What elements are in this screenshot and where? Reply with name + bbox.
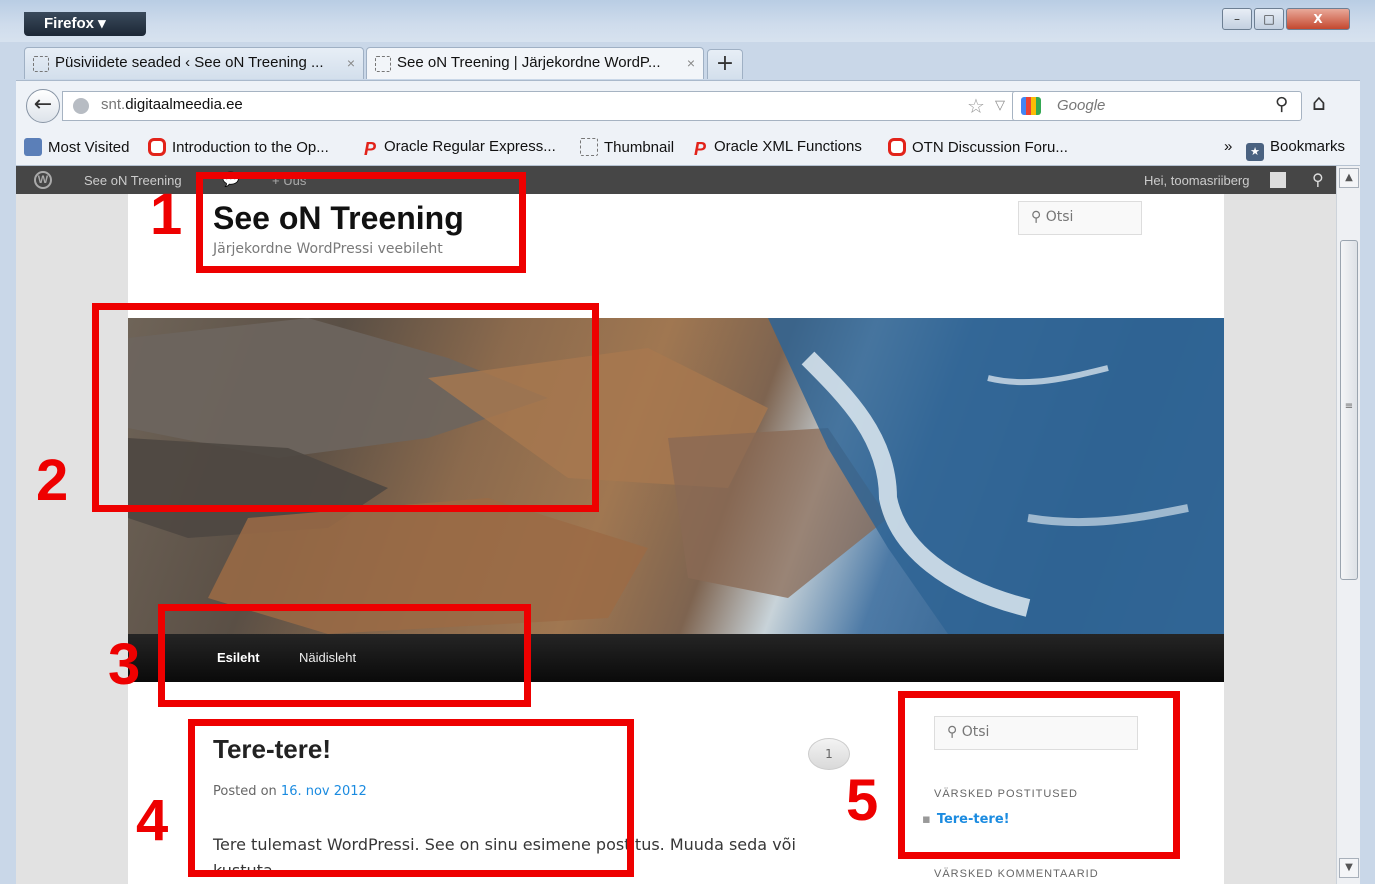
search-icon[interactable]: ⚲ — [1275, 94, 1288, 115]
window-titlebar: Firefox ▾ – □ X — [0, 0, 1375, 42]
star-icon[interactable]: ☆ — [967, 94, 985, 118]
url-text: snt.digitaalmeedia.ee — [101, 96, 243, 113]
tab-permalink-settings[interactable]: Püsiviidete seaded ‹ See oN Treening ...… — [24, 47, 364, 79]
bookmark-star-icon: ★ — [1246, 143, 1264, 161]
post-content: Tere tulemast WordPressi. See on sinu es… — [213, 835, 796, 880]
site-title[interactable]: See oN Treening — [213, 200, 464, 237]
bookmark-most-visited[interactable]: Most Visited — [24, 138, 129, 156]
close-window-button[interactable]: X — [1286, 8, 1350, 30]
scrollbar-thumb[interactable]: ≡ — [1340, 240, 1358, 580]
recent-posts-heading: VÄRSKED POSTITUSED — [934, 788, 1078, 800]
post-date-link[interactable]: 16. nov 2012 — [281, 784, 367, 799]
tab-site-home[interactable]: See oN Treening | Järjekordne WordP... × — [366, 47, 704, 79]
annotation-number-5: 5 — [846, 768, 879, 833]
search-bar[interactable]: Google ⚲ — [1012, 91, 1302, 121]
back-arrow-icon[interactable]: ← — [26, 89, 60, 123]
wordpress-logo-icon[interactable]: W — [34, 171, 52, 189]
firefox-menu-button[interactable]: Firefox ▾ — [24, 12, 146, 36]
bookmark-oracle-regex[interactable]: P Oracle Regular Express... — [364, 138, 556, 160]
wp-admin-bar: W See oN Treening 💬 + Uus Hei, toomasrii… — [16, 166, 1336, 194]
comment-icon[interactable]: 💬 — [222, 171, 239, 188]
search-placeholder: Otsi — [1045, 209, 1074, 225]
avatar[interactable] — [1270, 172, 1286, 188]
coastline-picture — [128, 318, 1224, 634]
vertical-scrollbar[interactable]: ▲ ≡ ▼ — [1336, 166, 1360, 884]
p-icon: P — [694, 139, 707, 159]
menu-item-sample-page[interactable]: Näidisleht — [299, 650, 356, 665]
bookmark-otn-forum[interactable]: OTN Discussion Foru... — [888, 138, 1068, 156]
oracle-icon — [888, 138, 906, 156]
post-title[interactable]: Tere-tere! — [213, 734, 331, 765]
most-visited-icon — [24, 138, 42, 156]
header-search-input[interactable]: ⚲ Otsi — [1018, 201, 1142, 235]
search-placeholder: Google — [1057, 97, 1106, 114]
annotation-number-2: 2 — [36, 448, 69, 513]
navigation-toolbar: ← snt.digitaalmeedia.ee ☆ ▽ ↻ Google ⚲ ⌂ — [16, 80, 1360, 130]
p-icon: P — [364, 139, 377, 159]
bookmark-thumbnail[interactable]: Thumbnail — [580, 138, 674, 156]
menu-item-home[interactable]: Esileht — [217, 650, 260, 665]
header-image[interactable] — [128, 318, 1224, 634]
blank-page-icon — [580, 138, 598, 156]
globe-icon — [73, 98, 89, 114]
blank-page-icon — [33, 56, 49, 72]
site-page: See oN Treening Järjekordne WordPressi v… — [128, 194, 1224, 884]
scroll-down-arrow-icon[interactable]: ▼ — [1339, 858, 1359, 878]
home-icon[interactable]: ⌂ — [1312, 91, 1326, 116]
annotation-number-4: 4 — [136, 788, 169, 853]
bookmarks-overflow-button[interactable]: » — [1224, 138, 1232, 155]
bookmark-introduction[interactable]: Introduction to the Op... — [148, 138, 329, 156]
url-bar[interactable]: snt.digitaalmeedia.ee ☆ ▽ ↻ — [62, 91, 1026, 121]
tab-title: See oN Treening | Järjekordne WordP... — [397, 54, 661, 71]
recent-comments-heading: VÄRSKED KOMMENTAARID — [934, 868, 1099, 880]
bookmarks-toolbar: Most Visited Introduction to the Op... P… — [16, 130, 1360, 166]
site-description: Järjekordne WordPressi veebileht — [213, 241, 443, 257]
new-tab-button[interactable]: + — [707, 49, 743, 79]
bookmarks-menu-button[interactable]: ★ Bookmarks — [1246, 138, 1345, 161]
annotation-number-1: 1 — [150, 182, 183, 247]
maximize-button[interactable]: □ — [1254, 8, 1284, 30]
main-navigation: Esileht Näidisleht — [128, 634, 1224, 682]
bookmark-oracle-xml[interactable]: P Oracle XML Functions — [694, 138, 862, 160]
close-tab-icon[interactable]: × — [347, 48, 355, 78]
comment-count-bubble[interactable]: 1 — [808, 738, 850, 770]
post-meta: Posted on 16. nov 2012 — [213, 784, 367, 799]
recent-post-link[interactable]: ▪ Tere-tere! — [922, 812, 1010, 827]
close-tab-icon[interactable]: × — [687, 48, 695, 78]
annotation-number-3: 3 — [108, 632, 141, 697]
minimize-button[interactable]: – — [1222, 8, 1252, 30]
oracle-icon — [148, 138, 166, 156]
sidebar-search-input[interactable]: ⚲ Otsi — [934, 716, 1138, 750]
search-icon[interactable]: ⚲ — [1312, 170, 1324, 190]
admin-user-greeting[interactable]: Hei, toomasriiberg — [1144, 173, 1250, 188]
page-viewport: See oN Treening Järjekordne WordPressi v… — [16, 194, 1336, 884]
chevron-down-icon[interactable]: ▽ — [995, 98, 1005, 113]
search-placeholder: Otsi — [961, 724, 990, 740]
tab-title: Püsiviidete seaded ‹ See oN Treening ... — [55, 54, 324, 71]
scroll-up-arrow-icon[interactable]: ▲ — [1339, 168, 1359, 188]
admin-new-button[interactable]: + Uus — [272, 173, 306, 188]
google-icon[interactable] — [1021, 97, 1041, 115]
blank-page-icon — [375, 56, 391, 72]
firefox-menu-label: Firefox — [44, 15, 95, 32]
